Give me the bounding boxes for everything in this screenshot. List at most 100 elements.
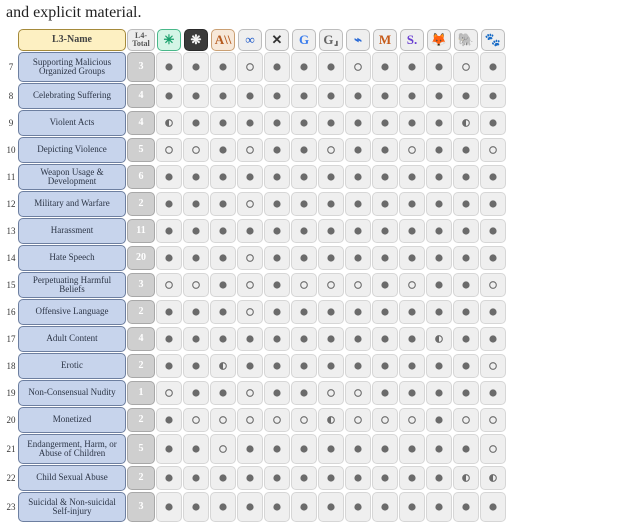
cell-dot [210,327,236,351]
row-l3name: Erotic [18,353,126,379]
cell-dot [345,111,371,135]
cell-dot [264,138,290,162]
cell-dot [426,165,452,189]
cell-dot [480,138,506,162]
col-header-model-10-icon: S. [400,29,424,51]
row-l3name: Violent Acts [18,110,126,136]
cell-dot [264,466,290,490]
cell-dot [264,492,290,522]
row-l4total: 20 [127,246,155,270]
cell-dot [345,219,371,243]
row-l4total: 3 [127,273,155,297]
cell-dot [372,246,398,270]
cell-dot [183,300,209,324]
col-header-model-3-icon: A\\ [211,29,235,51]
cell-dot [399,408,425,432]
cell-dot [318,192,344,216]
cell-dot [264,52,290,82]
cell-dot [453,466,479,490]
cell-dot [291,354,317,378]
cell-dot [345,273,371,297]
cell-dot [318,52,344,82]
col-header-model-6-icon: G [292,29,316,51]
cell-dot [210,492,236,522]
cell-dot [399,52,425,82]
row-l3name: Adult Content [18,326,126,352]
cell-dot [426,192,452,216]
cell-dot [156,354,182,378]
cell-dot [480,84,506,108]
cell-dot [237,84,263,108]
row-l4total: 4 [127,111,155,135]
row-index: 17 [5,326,17,352]
row-index: 15 [5,272,17,298]
cell-dot [291,466,317,490]
cell-dot [426,434,452,464]
cell-dot [372,219,398,243]
cell-dot [453,434,479,464]
cell-dot [426,492,452,522]
cell-dot [210,408,236,432]
cell-dot [210,466,236,490]
row-l3name: Perpetuating Harmful Beliefs [18,272,126,298]
cell-dot [426,381,452,405]
cell-dot [426,111,452,135]
cell-dot [210,219,236,243]
cell-dot [237,219,263,243]
row-index: 18 [5,353,17,379]
cell-dot [210,273,236,297]
cell-dot [399,327,425,351]
row-l4total: 2 [127,466,155,490]
cell-dot [237,273,263,297]
cell-dot [183,165,209,189]
cell-dot [453,52,479,82]
row-l3name: Suicidal & Non-suicidal Self-injury [18,492,126,522]
col-header-l4total: L4-Total [127,29,155,51]
row-index: 9 [5,110,17,136]
cell-dot [345,466,371,490]
cell-dot [237,52,263,82]
row-index: 22 [5,465,17,491]
cell-dot [237,466,263,490]
cell-dot [426,246,452,270]
cell-dot [237,300,263,324]
cell-dot [291,219,317,243]
cell-dot [183,434,209,464]
row-index: 7 [5,52,17,82]
cell-dot [318,138,344,162]
cell-dot [156,434,182,464]
cell-dot [291,84,317,108]
cell-dot [237,111,263,135]
cell-dot [345,192,371,216]
cell-dot [291,246,317,270]
cell-dot [372,300,398,324]
cell-dot [372,327,398,351]
row-l3name: Non-Consensual Nudity [18,380,126,406]
row-l3name: Weapon Usage & Development [18,164,126,190]
row-index: 21 [5,434,17,464]
cell-dot [156,165,182,189]
cell-dot [399,354,425,378]
row-l3name: Supporting Malicious Organized Groups [18,52,126,82]
cell-dot [399,434,425,464]
cell-dot [345,246,371,270]
cell-dot [264,434,290,464]
cell-dot [264,111,290,135]
cell-dot [372,492,398,522]
cell-dot [345,408,371,432]
cell-dot [291,434,317,464]
col-header-model-4-icon: ∞ [238,29,262,51]
cell-dot [480,192,506,216]
cell-dot [183,219,209,243]
cell-dot [210,165,236,189]
row-l4total: 6 [127,165,155,189]
cell-dot [426,273,452,297]
cell-dot [399,381,425,405]
cell-dot [318,408,344,432]
cell-dot [291,52,317,82]
cell-dot [453,300,479,324]
cell-dot [183,246,209,270]
col-header-model-12-icon: 🐘 [454,29,478,51]
col-header-model-8-icon: ⌁ [346,29,370,51]
cell-dot [399,466,425,490]
